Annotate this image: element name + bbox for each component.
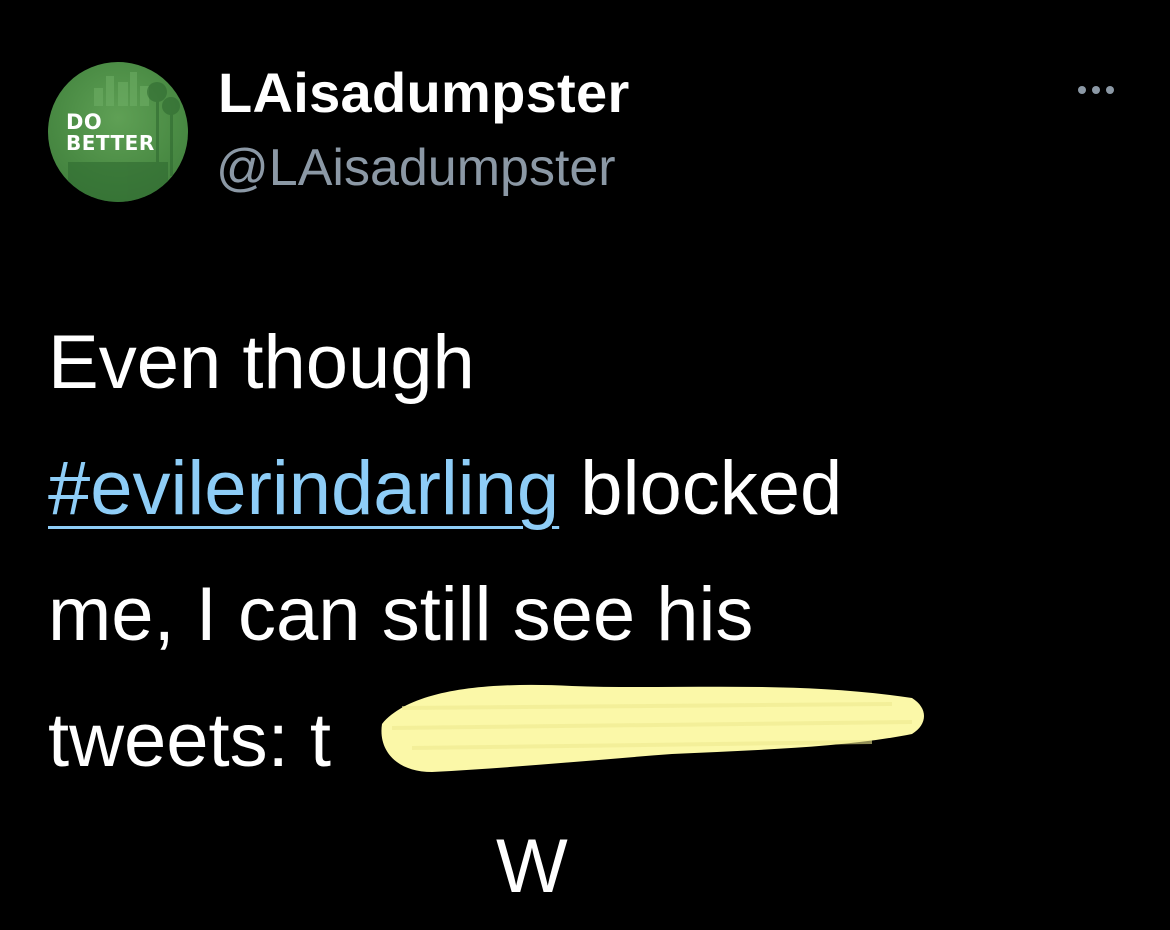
tweet-line-1: Even though bbox=[48, 320, 475, 405]
more-options-icon[interactable] bbox=[1068, 70, 1124, 110]
tweet-line-5: W bbox=[48, 804, 1138, 930]
avatar-logo-text: DO BETTER bbox=[66, 112, 155, 154]
avatar-line-2: BETTER bbox=[66, 131, 155, 155]
more-dot bbox=[1092, 86, 1100, 94]
more-dot bbox=[1078, 86, 1086, 94]
tweet-line-3: me, I can still see his bbox=[48, 572, 754, 657]
user-handle[interactable]: @LAisadumpster bbox=[216, 138, 616, 198]
tweet-line-5-text: W bbox=[496, 824, 568, 909]
tweet-line-2-rest: blocked bbox=[559, 446, 843, 531]
display-name[interactable]: LAisadumpster bbox=[218, 60, 630, 125]
tweet: DO BETTER LAisadumpster @LAisadumpster E… bbox=[0, 0, 1170, 909]
more-dot bbox=[1106, 86, 1114, 94]
tweet-text: Even though #evilerindarling blocked me,… bbox=[48, 300, 1138, 930]
redaction-scribble bbox=[381, 684, 924, 772]
avatar-line-1: DO bbox=[66, 110, 103, 134]
avatar[interactable]: DO BETTER bbox=[48, 62, 188, 202]
tweet-line-2: #evilerindarling blocked bbox=[48, 426, 1138, 552]
hashtag-link[interactable]: #evilerindarling bbox=[48, 446, 559, 531]
